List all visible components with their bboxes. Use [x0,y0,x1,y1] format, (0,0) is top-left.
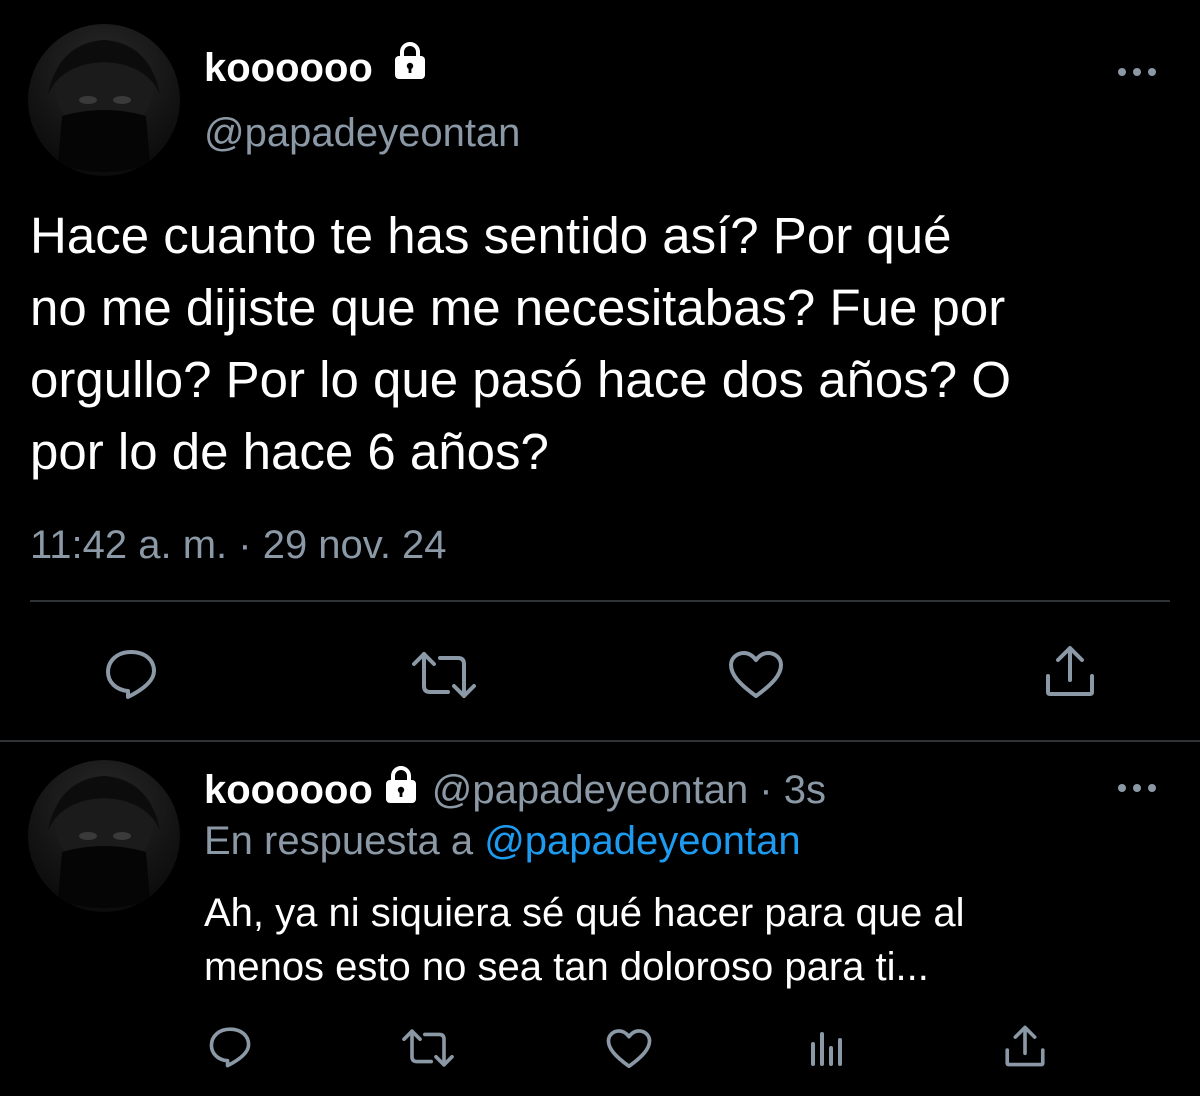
display-name-text[interactable]: koooooo [204,768,373,812]
replying-to: En respuesta a @papadeyeontan [204,816,801,866]
analytics-icon[interactable] [806,1026,848,1068]
tweet-text-line: no me dijiste que me necesitabas? Fue po… [30,279,1006,336]
tweet-text-line: Hace cuanto te has sentido así? Por qué [30,207,952,264]
tweet-text-line: por lo de hace 6 años? [30,423,549,480]
tweet-text: Ah, ya ni siquiera sé qué hacer para que… [204,886,1184,994]
retweet-icon[interactable] [412,650,476,700]
display-name-text: koooooo [204,46,373,90]
like-icon[interactable] [728,650,784,700]
more-dots-icon[interactable] [1114,62,1160,82]
avatar[interactable] [28,24,180,176]
timestamp[interactable]: 11:42 a. m. · 29 nov. 24 [30,520,447,570]
divider [30,600,1170,602]
tweet-thread: koooooo @papadeyeontan Hace cuanto te ha… [0,0,1200,1096]
replying-to-handle[interactable]: @papadeyeontan [484,819,800,863]
tweet-text-line: orgullo? Por lo que pasó hace dos años? … [30,351,1012,408]
tweet-text-line: menos esto no sea tan doloroso para ti..… [204,945,929,989]
share-icon[interactable] [1004,1024,1046,1068]
lock-icon [390,41,430,92]
tweet-text: Hace cuanto te has sentido así? Por qué … [30,200,1190,488]
avatar[interactable] [28,760,180,912]
share-icon[interactable] [1044,644,1096,698]
display-name[interactable]: koooooo [204,41,430,92]
handle[interactable]: @papadeyeontan [204,108,520,158]
divider [0,740,1200,742]
replying-to-prefix: En respuesta a [204,819,474,863]
retweet-icon[interactable] [402,1028,454,1068]
more-dots-icon[interactable] [1114,778,1160,798]
reply-icon[interactable] [104,648,158,700]
handle-and-time[interactable]: @papadeyeontan · 3s [432,768,826,812]
tweet-text-line: Ah, ya ni siquiera sé qué hacer para que… [204,891,965,935]
reply-icon[interactable] [208,1026,252,1068]
like-icon[interactable] [606,1028,652,1070]
